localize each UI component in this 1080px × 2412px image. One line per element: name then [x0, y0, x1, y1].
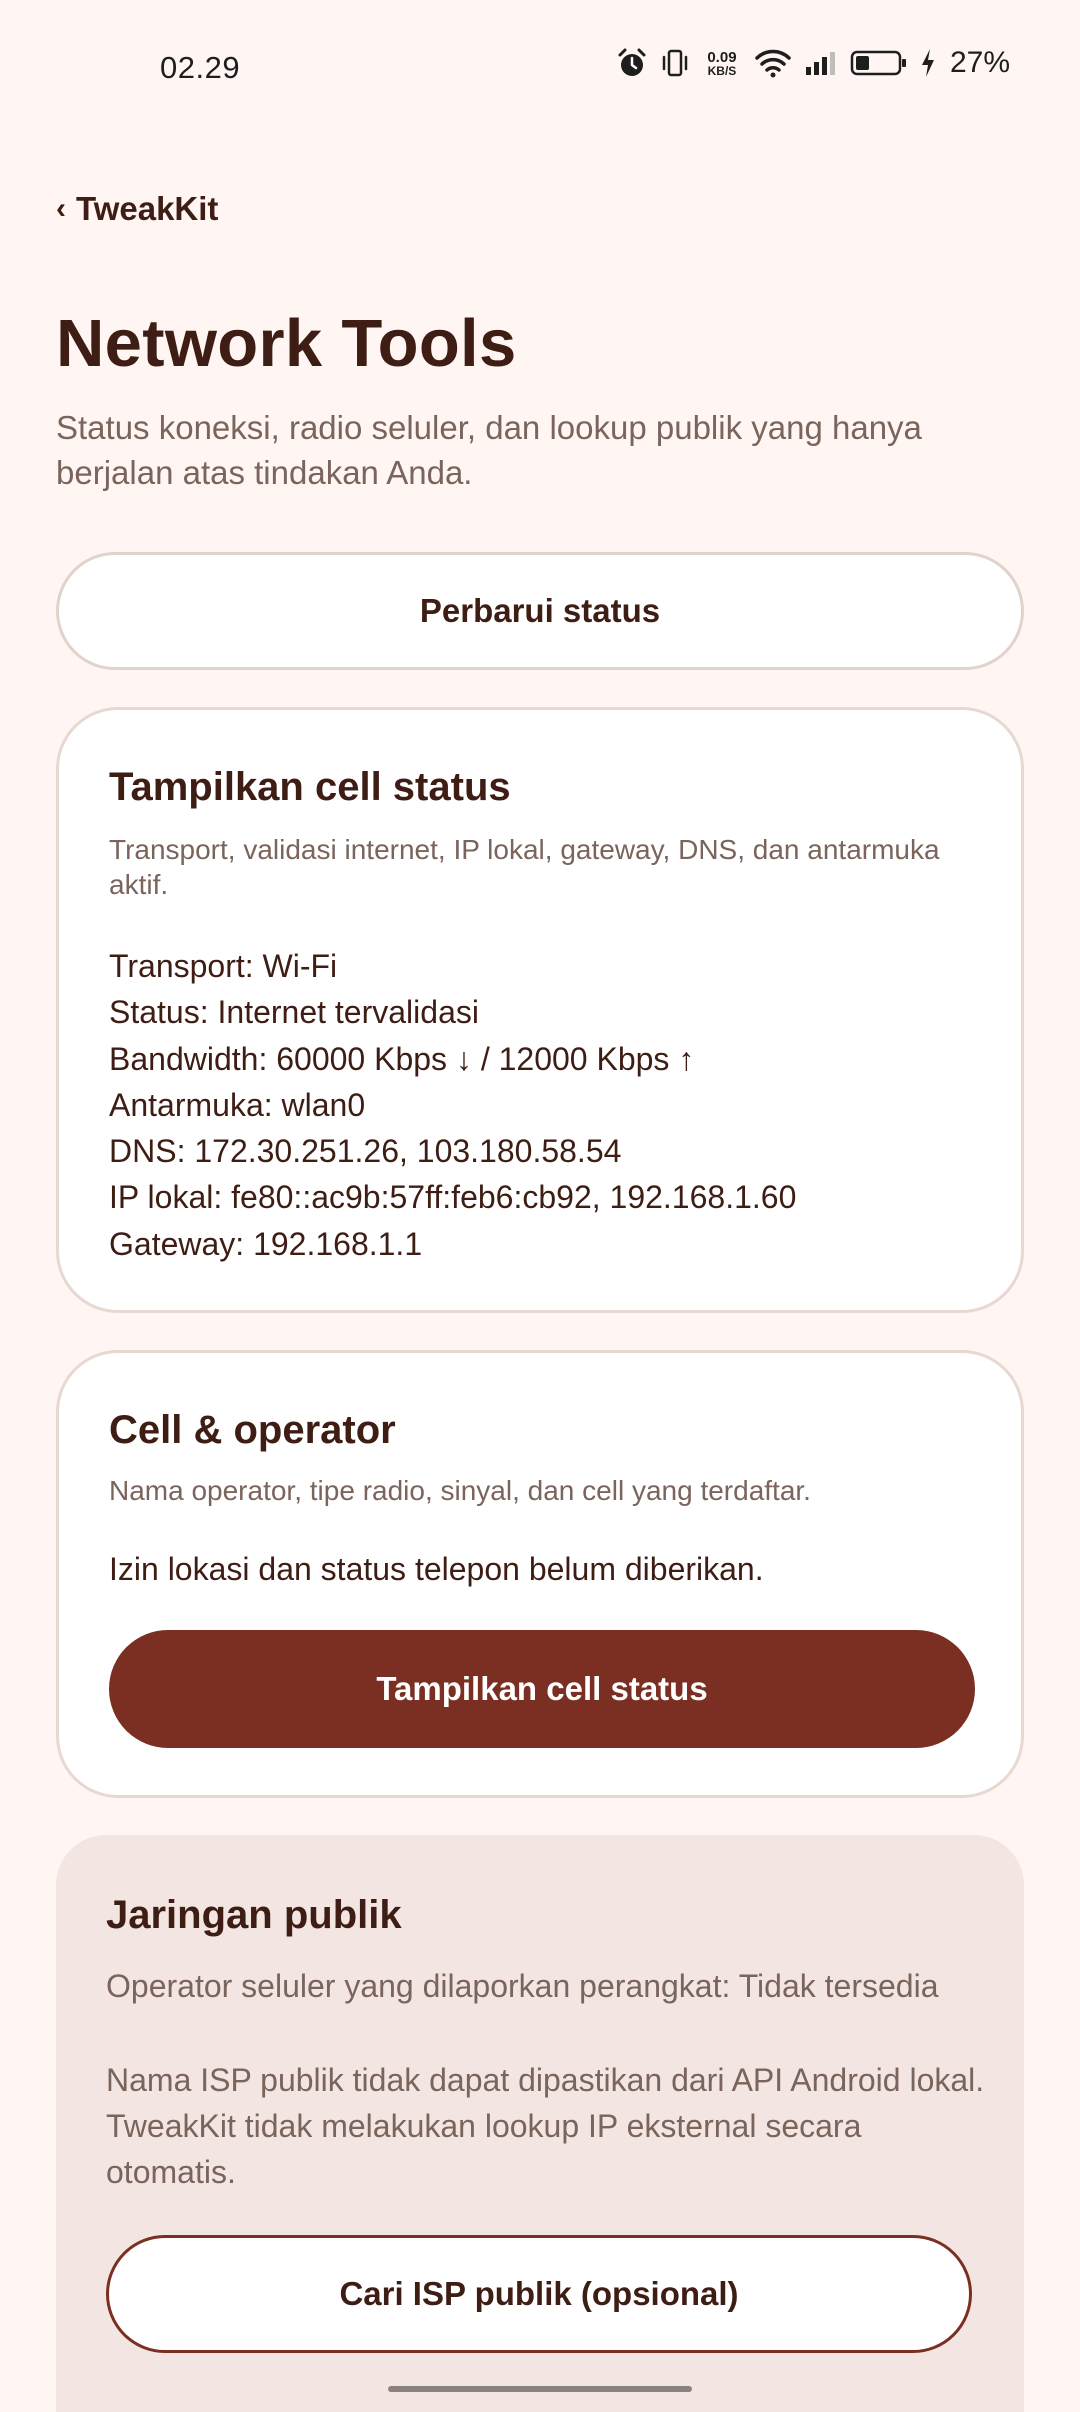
card-title: Cell & operator: [109, 1408, 396, 1452]
net-speed: 0.09 KB/S: [707, 48, 737, 78]
alarm-icon: [616, 47, 648, 79]
status-icons: 0.09 KB/S 27%: [616, 46, 1010, 80]
battery-percent: 27%: [949, 46, 1010, 79]
interface-line: Antarmuka: wlan0: [109, 1086, 366, 1123]
public-network-card: Jaringan publik Operator seluler yang di…: [56, 1835, 1024, 2412]
card-title: Jaringan publik: [106, 1893, 402, 1937]
status-bar: 02.29 0.09 KB/S 27%: [0, 0, 1080, 140]
status-time: 02.29: [160, 50, 241, 85]
card-title: Tampilkan cell status: [109, 765, 511, 809]
transport-line: Transport: Wi-Fi: [109, 948, 338, 984]
back-button[interactable]: ‹ TweakKit: [56, 190, 218, 228]
home-indicator[interactable]: [388, 2386, 692, 2392]
operator-info: Operator seluler yang dilaporkan perangk…: [106, 1968, 939, 2004]
bandwidth-line: Bandwidth: 60000 Kbps ↓ / 12000 Kbps ↑: [109, 1040, 695, 1077]
chevron-left-icon: ‹: [56, 192, 66, 225]
vibrate-icon: [660, 47, 690, 79]
permission-notice: Izin lokasi dan status telepon belum dib…: [109, 1551, 764, 1587]
local-ip-line: IP lokal: fe80::ac9b:57ff:feb6:cb92, 192…: [109, 1179, 797, 1216]
isp-info: Nama ISP publik tidak dapat dipastikan d…: [106, 2062, 985, 2190]
card-description: Nama operator, tipe radio, sinyal, dan c…: [109, 1475, 811, 1506]
page-subtitle: Status koneksi, radio seluler, dan looku…: [56, 409, 922, 491]
show-cell-status-button[interactable]: Tampilkan cell status: [109, 1630, 975, 1748]
lookup-public-isp-button[interactable]: Cari ISP publik (opsional): [106, 2235, 972, 2353]
charging-icon: [920, 48, 936, 78]
back-label: TweakKit: [76, 190, 219, 227]
gateway-line: Gateway: 192.168.1.1: [109, 1225, 423, 1262]
connection-status-card: Tampilkan cell status Transport, validas…: [56, 707, 1024, 1313]
card-description: Transport, validasi internet, IP lokal, …: [109, 834, 940, 900]
cell-signal-icon: [804, 49, 838, 77]
dns-line: DNS: 172.30.251.26, 103.180.58.54: [109, 1133, 622, 1170]
page-title: Network Tools: [56, 306, 517, 381]
refresh-status-button[interactable]: Perbarui status: [56, 552, 1024, 670]
connection-info-list: Transport: Wi-Fi Status: Internet terval…: [109, 943, 796, 1267]
wifi-icon: [754, 48, 792, 78]
network-tools-screen: 02.29 0.09 KB/S 27% ‹ TweakKit Network T…: [0, 0, 1080, 2412]
status-line: Status: Internet tervalidasi: [109, 994, 479, 1031]
cell-operator-card: Cell & operator Nama operator, tipe radi…: [56, 1350, 1024, 1798]
battery-icon: [850, 49, 908, 77]
